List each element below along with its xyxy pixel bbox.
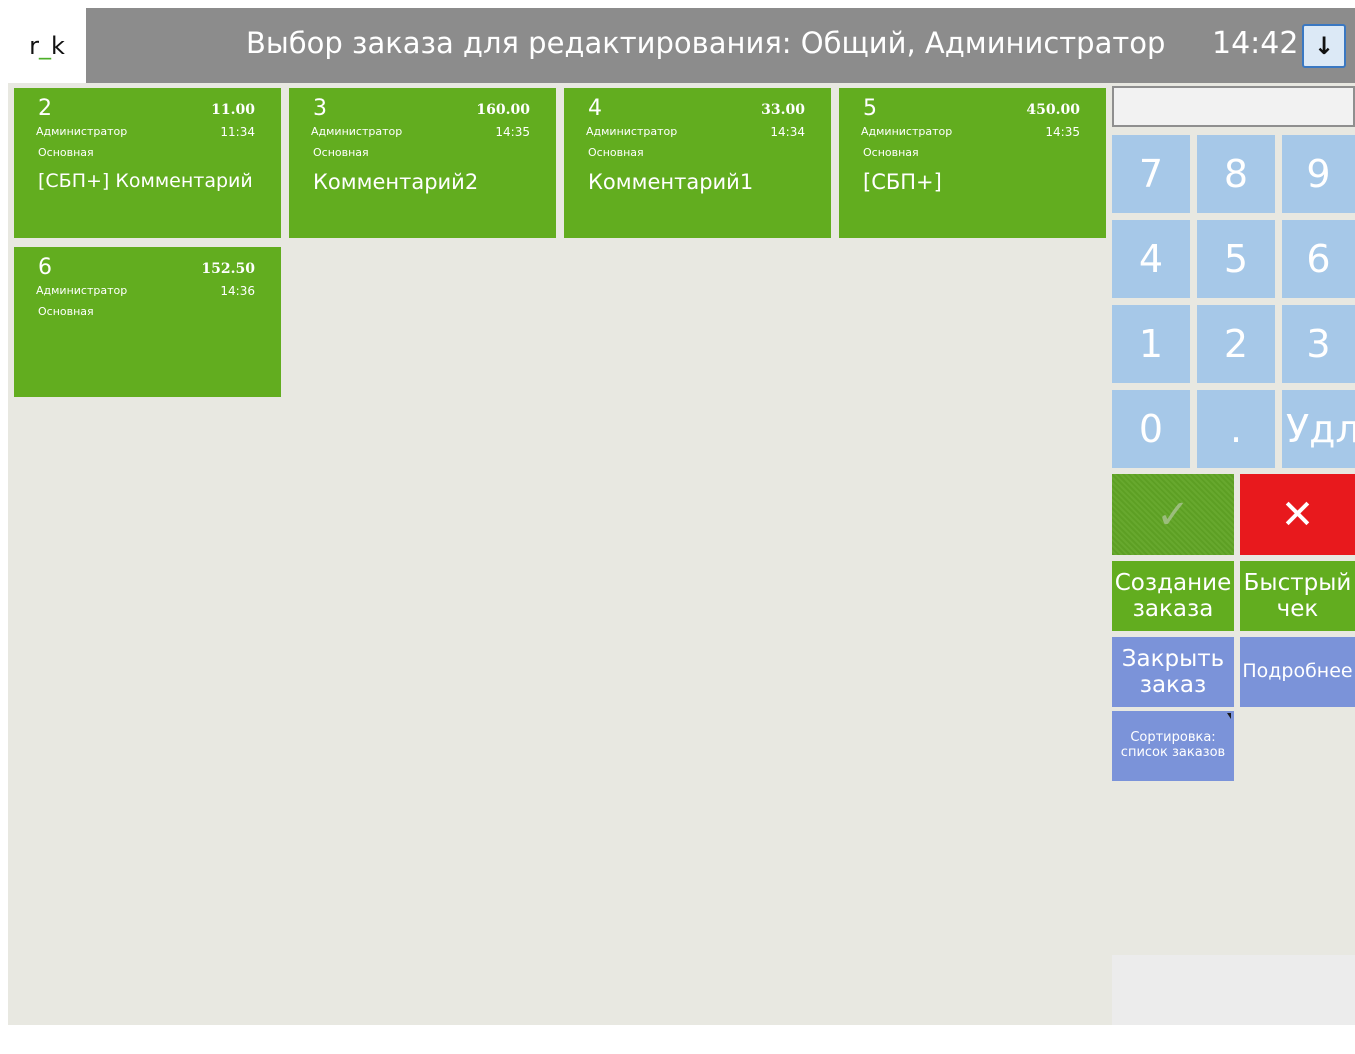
- number-input[interactable]: [1112, 86, 1355, 127]
- quick-check-button[interactable]: Быстрый чек: [1240, 561, 1355, 631]
- app-logo: r_k: [8, 8, 86, 83]
- arrow-down-icon: ↓: [1313, 32, 1335, 60]
- order-time: 14:36: [220, 284, 255, 298]
- order-amount: 33.00: [761, 102, 805, 118]
- key-delete[interactable]: Удл: [1282, 390, 1355, 468]
- close-order-button[interactable]: Закрыть заказ: [1112, 637, 1234, 707]
- order-hall: Основная: [38, 146, 94, 159]
- order-user: Администратор: [36, 284, 128, 297]
- key-6[interactable]: 6: [1282, 220, 1355, 298]
- details-button[interactable]: Подробнее: [1240, 637, 1355, 707]
- sort-label-1: Сортировка:: [1130, 730, 1216, 746]
- key-0[interactable]: 0: [1112, 390, 1190, 468]
- key-3[interactable]: 3: [1282, 305, 1355, 383]
- sort-label-2: список заказов: [1120, 745, 1226, 760]
- order-hall: Основная: [313, 146, 369, 159]
- key-9[interactable]: 9: [1282, 135, 1355, 213]
- order-number: 6: [38, 255, 52, 280]
- order-tile-3[interactable]: 3 160.00 Администратор 14:35 Основная Ко…: [289, 88, 556, 238]
- order-number: 4: [588, 96, 602, 121]
- key-7[interactable]: 7: [1112, 135, 1190, 213]
- order-amount: 152.50: [201, 261, 255, 277]
- order-tile-2[interactable]: 2 11.00 Администратор 11:34 Основная [СБ…: [14, 88, 281, 238]
- clock: 14:42: [1212, 26, 1299, 61]
- order-user: Администратор: [586, 125, 678, 138]
- details-label: Подробнее: [1242, 660, 1353, 683]
- close-icon: ✕: [1280, 491, 1315, 538]
- order-tile-5[interactable]: 5 450.00 Администратор 14:35 Основная [С…: [839, 88, 1106, 238]
- order-hall: Основная: [38, 305, 94, 318]
- key-5[interactable]: 5: [1197, 220, 1275, 298]
- close-order-label-2: заказ: [1139, 672, 1207, 698]
- order-comment: Комментарий1: [588, 170, 754, 194]
- order-user: Администратор: [311, 125, 403, 138]
- order-comment: Комментарий2: [313, 170, 479, 194]
- order-amount: 160.00: [476, 102, 530, 118]
- order-comment: [СБП+] Комментарий: [38, 170, 253, 192]
- header-bar: Выбор заказа для редактирования: Общий, …: [86, 8, 1355, 83]
- dropdown-corner-icon: [1227, 713, 1231, 719]
- quick-check-label-1: Быстрый: [1243, 569, 1352, 596]
- create-order-label-2: заказа: [1132, 596, 1214, 622]
- order-user: Администратор: [861, 125, 953, 138]
- key-8[interactable]: 8: [1197, 135, 1275, 213]
- order-tile-6[interactable]: 6 152.50 Администратор 14:36 Основная: [14, 247, 281, 397]
- key-4[interactable]: 4: [1112, 220, 1190, 298]
- order-hall: Основная: [588, 146, 644, 159]
- app-window: r_k Выбор заказа для редактирования: Общ…: [8, 8, 1355, 1025]
- order-time: 14:35: [1045, 125, 1080, 139]
- key-dot[interactable]: .: [1197, 390, 1275, 468]
- page-title: Выбор заказа для редактирования: Общий, …: [246, 26, 1166, 60]
- order-number: 3: [313, 96, 327, 121]
- quick-check-label-2: чек: [1276, 596, 1319, 622]
- order-tile-4[interactable]: 4 33.00 Администратор 14:34 Основная Ком…: [564, 88, 831, 238]
- close-order-label-1: Закрыть: [1121, 645, 1225, 672]
- order-number: 2: [38, 96, 52, 121]
- order-user: Администратор: [36, 125, 128, 138]
- status-area: [1112, 955, 1355, 1025]
- minimize-button[interactable]: ↓: [1302, 24, 1346, 68]
- checkmark-icon: ✓: [1156, 491, 1190, 538]
- order-time: 11:34: [220, 125, 255, 139]
- order-time: 14:35: [495, 125, 530, 139]
- order-number: 5: [863, 96, 877, 121]
- create-order-button[interactable]: Создание заказа: [1112, 561, 1234, 631]
- key-1[interactable]: 1: [1112, 305, 1190, 383]
- order-amount: 11.00: [211, 102, 255, 118]
- sort-button[interactable]: Сортировка: список заказов: [1112, 711, 1234, 781]
- logo-text: r_k: [29, 31, 65, 60]
- order-hall: Основная: [863, 146, 919, 159]
- create-order-label-1: Создание: [1114, 569, 1232, 596]
- ok-button[interactable]: ✓: [1112, 474, 1234, 555]
- order-time: 14:34: [770, 125, 805, 139]
- order-comment: [СБП+]: [863, 170, 942, 194]
- cancel-button[interactable]: ✕: [1240, 474, 1355, 555]
- order-amount: 450.00: [1026, 102, 1080, 118]
- key-2[interactable]: 2: [1197, 305, 1275, 383]
